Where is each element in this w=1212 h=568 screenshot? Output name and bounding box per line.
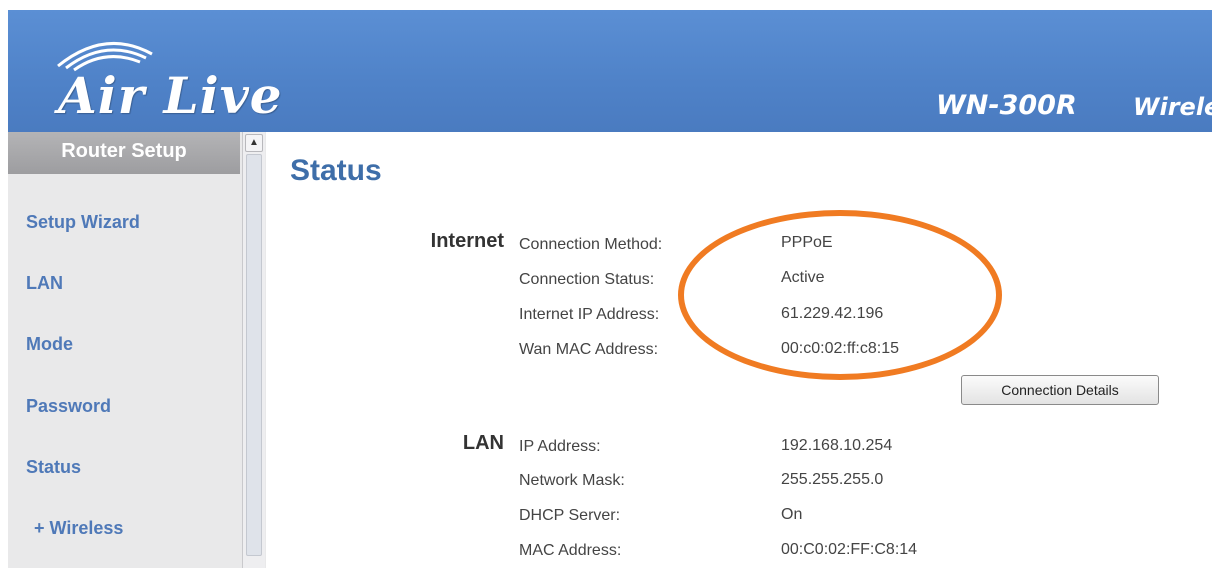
wan-mac-label: Wan MAC Address: [519, 341, 659, 358]
dhcp-server-value: On [781, 506, 803, 523]
wan-mac-value: 00:c0:02:ff:c8:15 [781, 340, 900, 357]
lan-mac-label: MAC Address: [519, 542, 622, 559]
connection-details-button[interactable]: Connection Details [961, 375, 1159, 405]
dhcp-server-label: DHCP Server: [519, 507, 621, 524]
sidebar-item-setup-wizard[interactable]: Setup Wizard [26, 212, 140, 233]
connection-method-label: Connection Method: [519, 236, 663, 253]
scroll-thumb[interactable] [246, 154, 262, 556]
router-admin-page: Air Live WN-300R Wirele Router Setup Set… [8, 10, 1212, 568]
sidebar-item-mode[interactable]: Mode [26, 334, 73, 355]
page-title: Status [290, 154, 382, 187]
lan-ip-label: IP Address: [519, 438, 601, 455]
network-mask-value: 255.255.255.0 [781, 471, 884, 488]
connection-status-label: Connection Status: [519, 271, 655, 288]
connection-method-value: PPPoE [781, 234, 833, 251]
lan-heading: LAN [462, 432, 504, 454]
model-name: WN-300R [936, 90, 1077, 121]
header-banner: Air Live WN-300R Wirele [8, 10, 1212, 132]
scroll-up-icon[interactable]: ▲ [245, 134, 263, 152]
sidebar: Router Setup Setup Wizard LAN Mode Passw… [8, 132, 266, 568]
lan-mac-value: 00:C0:02:FF:C8:14 [781, 541, 918, 558]
sidebar-item-wireless[interactable]: + Wireless [34, 518, 123, 539]
internet-ip-value: 61.229.42.196 [781, 305, 884, 322]
airlive-logo: Air Live [58, 66, 283, 125]
product-name: Wirele [1133, 93, 1212, 121]
sidebar-item-status[interactable]: Status [26, 457, 81, 478]
sidebar-scrollbar[interactable]: ▲ [242, 132, 265, 568]
sidebar-item-password[interactable]: Password [26, 396, 111, 417]
internet-ip-label: Internet IP Address: [519, 306, 660, 323]
lan-ip-value: 192.168.10.254 [781, 437, 893, 454]
internet-heading: Internet [430, 230, 504, 252]
connection-status-value: Active [781, 269, 825, 286]
sidebar-item-lan[interactable]: LAN [26, 273, 63, 294]
sidebar-title: Router Setup [8, 132, 240, 174]
main-content: Status Internet Connection Method: PPPoE… [266, 132, 1212, 568]
network-mask-label: Network Mask: [519, 472, 625, 489]
